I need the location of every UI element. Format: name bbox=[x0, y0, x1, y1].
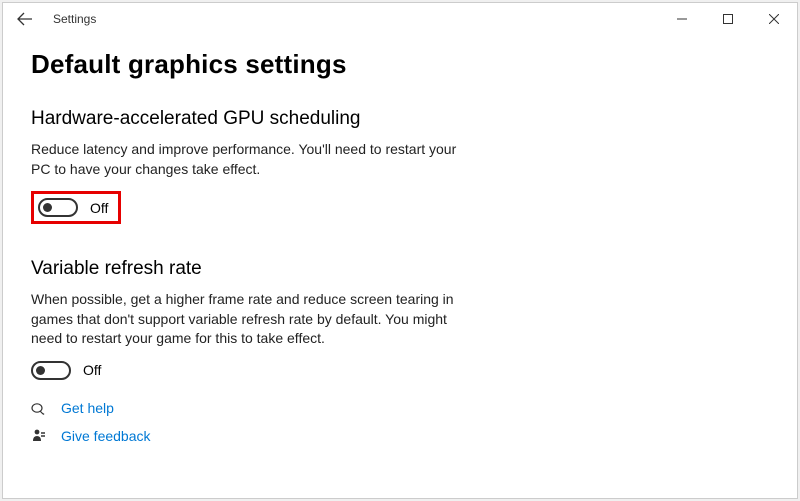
close-button[interactable] bbox=[751, 3, 797, 35]
vrr-heading: Variable refresh rate bbox=[31, 258, 769, 280]
minimize-button[interactable] bbox=[659, 3, 705, 35]
gpu-scheduling-toggle[interactable] bbox=[38, 198, 78, 217]
vrr-toggle-row: Off bbox=[31, 361, 769, 380]
vrr-description: When possible, get a higher frame rate a… bbox=[31, 290, 461, 349]
vrr-toggle-label: Off bbox=[83, 362, 101, 378]
maximize-button[interactable] bbox=[705, 3, 751, 35]
back-arrow-icon bbox=[17, 11, 33, 27]
page-title: Default graphics settings bbox=[31, 49, 769, 80]
give-feedback-link[interactable]: Give feedback bbox=[61, 428, 151, 444]
content-area: Default graphics settings Hardware-accel… bbox=[3, 35, 797, 456]
close-icon bbox=[769, 14, 779, 24]
titlebar: Settings bbox=[3, 3, 797, 35]
toggle-knob-icon bbox=[36, 366, 45, 375]
give-feedback-row: Give feedback bbox=[31, 428, 769, 444]
maximize-icon bbox=[723, 14, 733, 24]
gpu-scheduling-toggle-row: Off bbox=[31, 191, 121, 224]
window-controls bbox=[659, 3, 797, 35]
gpu-scheduling-description: Reduce latency and improve performance. … bbox=[31, 140, 461, 179]
get-help-row: Get help bbox=[31, 400, 769, 416]
gpu-scheduling-toggle-label: Off bbox=[90, 200, 108, 216]
toggle-knob-icon bbox=[43, 203, 52, 212]
help-links: Get help Give feedback bbox=[31, 400, 769, 444]
get-help-link[interactable]: Get help bbox=[61, 400, 114, 416]
help-icon bbox=[31, 400, 47, 416]
gpu-scheduling-heading: Hardware-accelerated GPU scheduling bbox=[31, 108, 769, 130]
feedback-icon bbox=[31, 428, 47, 444]
vrr-toggle[interactable] bbox=[31, 361, 71, 380]
settings-window: Settings Default graphics settings Hardw… bbox=[2, 2, 798, 499]
minimize-icon bbox=[677, 14, 687, 24]
back-button[interactable] bbox=[11, 5, 39, 33]
titlebar-title: Settings bbox=[53, 12, 96, 26]
